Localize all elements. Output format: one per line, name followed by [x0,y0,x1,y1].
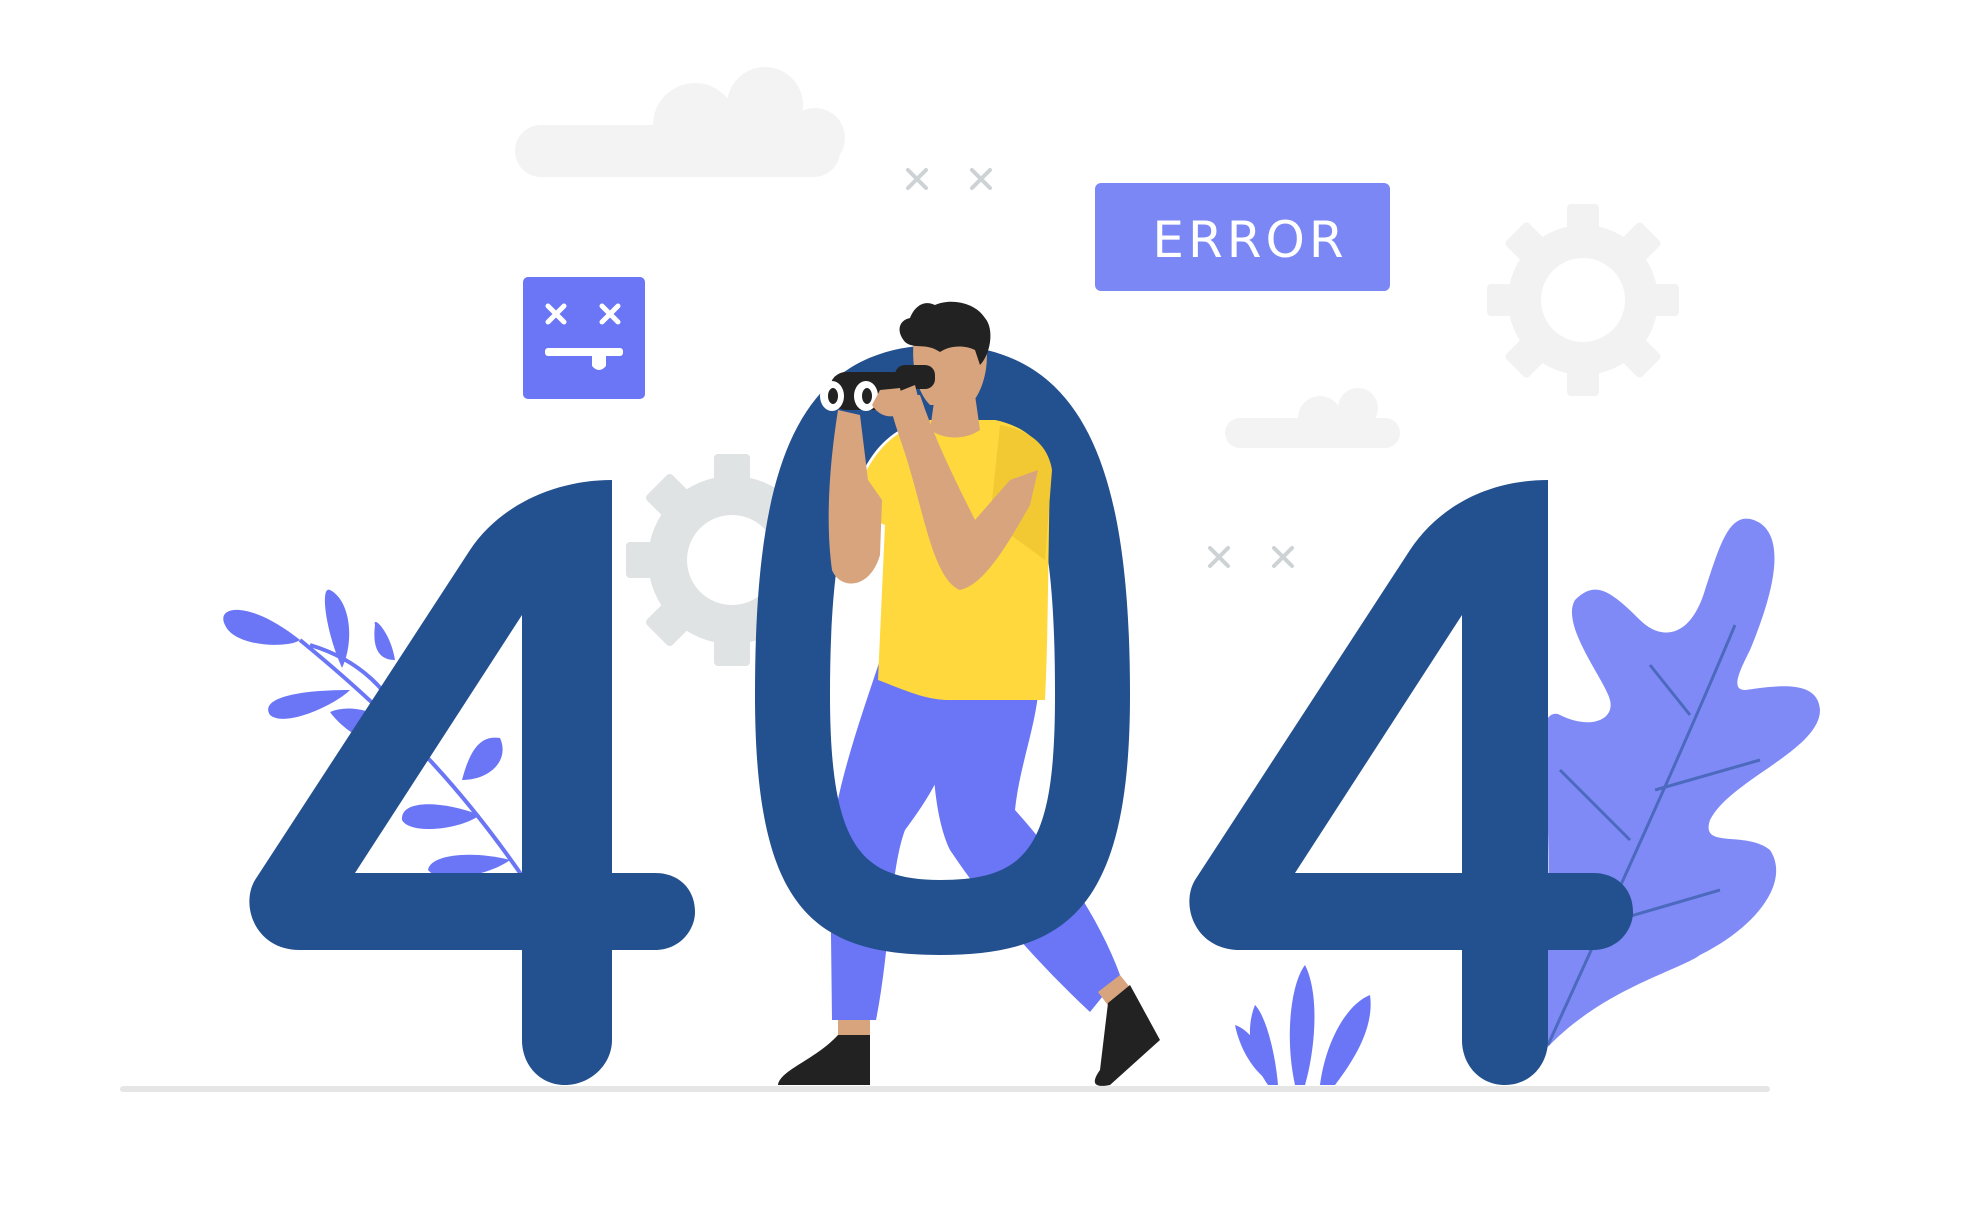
error-404-illustration: ERROR [120,67,1820,1092]
gear-icon [1487,204,1679,396]
ground-line [120,1086,1770,1092]
error-badge-label: ERROR [1152,211,1347,269]
cloud-icon [515,67,845,177]
dead-face-monitor-icon [523,277,645,399]
plant-small [1235,965,1371,1085]
cloud-icon [1225,388,1400,448]
error-badge: ERROR [1095,183,1390,291]
leaf-right [1540,518,1820,1050]
